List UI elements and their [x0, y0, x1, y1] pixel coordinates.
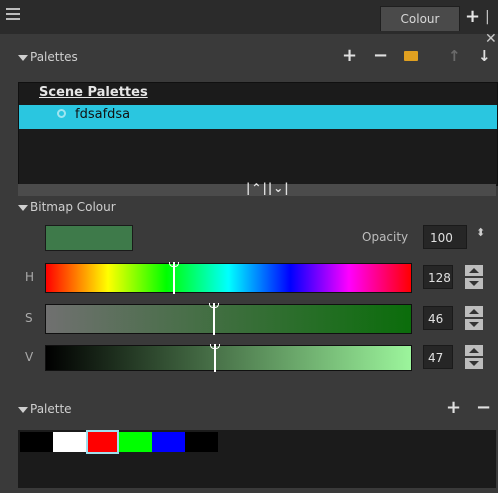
add-icon[interactable]: + [342, 46, 357, 66]
swatch-red-selected[interactable] [86, 430, 119, 454]
palette-list-item[interactable]: fdsafdsa [19, 105, 497, 129]
saturation-value-field[interactable]: 46 [423, 306, 453, 330]
hue-value-field[interactable]: 128 [423, 265, 453, 289]
value-stepper[interactable] [465, 345, 483, 369]
folder-icon[interactable] [404, 51, 418, 61]
palette-section-header[interactable]: Palette [18, 402, 72, 416]
swatch-black-2[interactable] [185, 432, 218, 452]
saturation-slider[interactable] [45, 303, 412, 335]
add-swatch-icon[interactable]: + [446, 398, 461, 418]
palettes-title: Palettes [30, 50, 78, 64]
hue-stepper[interactable] [465, 265, 483, 289]
remove-icon[interactable]: − [373, 46, 388, 66]
palette-status-icon [57, 109, 66, 118]
swatch-black[interactable] [20, 432, 53, 452]
opacity-label: Opacity [362, 230, 409, 244]
saturation-stepper[interactable] [465, 306, 483, 330]
swatch-white[interactable] [53, 432, 86, 452]
value-slider[interactable] [45, 344, 412, 372]
value-label: V [25, 350, 34, 364]
splitter-arrows-icon[interactable]: |⌃||⌄| [246, 181, 290, 195]
opacity-spinner-icon[interactable]: ⬍ [476, 226, 485, 239]
palette-item-label: fdsafdsa [75, 107, 131, 122]
hue-slider[interactable] [45, 262, 412, 294]
panel-splitter[interactable]: |⌃||⌄| [18, 181, 496, 196]
add-view-icon[interactable]: + [465, 6, 480, 28]
palette-swatch-area[interactable] [18, 430, 496, 488]
move-down-icon[interactable]: ↓ [478, 46, 491, 66]
swatch-green[interactable] [119, 432, 152, 452]
top-bar: Colour + |✕ [0, 0, 498, 47]
collapse-triangle-icon [18, 406, 28, 413]
value-slider-handle[interactable] [210, 344, 220, 372]
menu-icon[interactable] [6, 8, 20, 22]
saturation-slider-handle[interactable] [209, 303, 219, 335]
collapse-triangle-icon [18, 204, 28, 211]
opacity-field[interactable]: 100 [423, 225, 467, 249]
tab-colour[interactable]: Colour [380, 6, 460, 31]
value-value-field[interactable]: 47 [423, 345, 453, 369]
scene-palettes-heading: Scene Palettes [39, 85, 148, 100]
close-view-icon[interactable]: |✕ [485, 6, 498, 50]
saturation-label: S [25, 311, 33, 325]
remove-swatch-icon[interactable]: − [476, 398, 491, 418]
collapse-triangle-icon [18, 54, 28, 61]
hue-label: H [25, 270, 35, 284]
current-colour-swatch[interactable] [45, 225, 133, 251]
hue-slider-handle[interactable] [169, 262, 179, 294]
swatch-blue[interactable] [152, 432, 185, 452]
move-up-icon[interactable]: ↑ [448, 46, 461, 66]
bitmap-colour-title: Bitmap Colour [30, 200, 116, 214]
palette-title: Palette [30, 402, 72, 416]
palette-list[interactable]: Scene Palettes fdsafdsa [18, 82, 498, 186]
palettes-section-header[interactable]: Palettes [18, 50, 78, 64]
bitmap-colour-section-header[interactable]: Bitmap Colour [18, 200, 116, 214]
